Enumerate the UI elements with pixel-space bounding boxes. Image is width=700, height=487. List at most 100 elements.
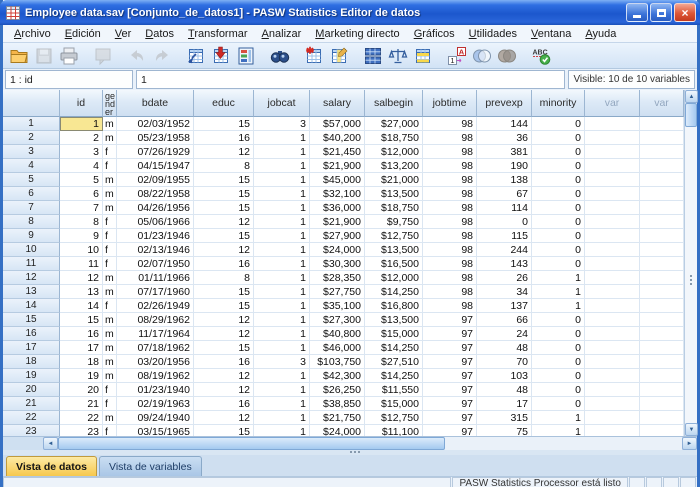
cell-23-var[interactable] [640,425,684,436]
cell-12-gender[interactable]: m [103,271,117,285]
column-header-id[interactable]: id [60,90,103,117]
maximize-button[interactable] [650,3,672,22]
cell-11-var[interactable] [585,257,640,271]
row-number[interactable]: 6 [3,187,60,201]
cell-8-salary[interactable]: $21,900 [310,215,365,229]
cell-22-prevexp[interactable]: 315 [477,411,532,425]
cell-12-jobcat[interactable]: 1 [254,271,310,285]
cell-11-minority[interactable]: 0 [532,257,585,271]
menu-item-archivo[interactable]: Archivo [7,27,58,41]
cell-7-minority[interactable]: 0 [532,201,585,215]
cell-9-salary[interactable]: $27,900 [310,229,365,243]
menu-item-analizar[interactable]: Analizar [255,27,309,41]
cell-1-prevexp[interactable]: 144 [477,117,532,131]
cell-15-var[interactable] [640,313,684,327]
cell-11-var[interactable] [640,257,684,271]
use-variable-sets-icon[interactable] [469,44,494,67]
cell-editor[interactable]: 1 [136,70,565,89]
cell-9-prevexp[interactable]: 115 [477,229,532,243]
cell-2-var[interactable] [640,131,684,145]
cell-10-salary[interactable]: $24,000 [310,243,365,257]
cell-4-jobtime[interactable]: 98 [423,159,477,173]
cell-12-bdate[interactable]: 01/11/1966 [117,271,194,285]
cell-9-salbegin[interactable]: $12,750 [365,229,423,243]
cell-23-educ[interactable]: 15 [194,425,254,436]
cell-11-prevexp[interactable]: 143 [477,257,532,271]
cell-13-salbegin[interactable]: $14,250 [365,285,423,299]
cell-17-educ[interactable]: 15 [194,341,254,355]
cell-2-var[interactable] [585,131,640,145]
cell-7-educ[interactable]: 15 [194,201,254,215]
cell-20-minority[interactable]: 0 [532,383,585,397]
cell-22-minority[interactable]: 1 [532,411,585,425]
cell-3-minority[interactable]: 0 [532,145,585,159]
cell-17-jobtime[interactable]: 97 [423,341,477,355]
cell-23-salbegin[interactable]: $11,100 [365,425,423,436]
cell-5-var[interactable] [585,173,640,187]
cell-17-salbegin[interactable]: $14,250 [365,341,423,355]
cell-14-var[interactable] [585,299,640,313]
cell-17-var[interactable] [640,341,684,355]
cell-17-var[interactable] [585,341,640,355]
cell-15-prevexp[interactable]: 66 [477,313,532,327]
print-icon[interactable] [56,44,81,67]
cell-3-bdate[interactable]: 07/26/1929 [117,145,194,159]
cell-9-jobcat[interactable]: 1 [254,229,310,243]
pane-splitter[interactable] [3,450,697,455]
cell-20-var[interactable] [585,383,640,397]
tab-vista-de-variables[interactable]: Vista de variables [99,456,202,476]
insert-cases-icon[interactable] [301,44,326,67]
cell-13-educ[interactable]: 15 [194,285,254,299]
cell-10-jobtime[interactable]: 98 [423,243,477,257]
cell-2-salbegin[interactable]: $18,750 [365,131,423,145]
cell-5-educ[interactable]: 15 [194,173,254,187]
cell-11-jobtime[interactable]: 98 [423,257,477,271]
cell-10-var[interactable] [585,243,640,257]
cell-21-minority[interactable]: 0 [532,397,585,411]
cell-19-minority[interactable]: 0 [532,369,585,383]
row-number[interactable]: 17 [3,341,60,355]
cell-22-bdate[interactable]: 09/24/1940 [117,411,194,425]
cell-13-jobtime[interactable]: 98 [423,285,477,299]
cell-11-id[interactable]: 11 [60,257,103,271]
cell-4-minority[interactable]: 0 [532,159,585,173]
cell-14-salary[interactable]: $35,100 [310,299,365,313]
cell-20-salary[interactable]: $26,250 [310,383,365,397]
column-header-minority[interactable]: minority [532,90,585,117]
cell-21-gender[interactable]: f [103,397,117,411]
cell-7-jobcat[interactable]: 1 [254,201,310,215]
cell-13-salary[interactable]: $27,750 [310,285,365,299]
cell-2-id[interactable]: 2 [60,131,103,145]
cell-6-minority[interactable]: 0 [532,187,585,201]
cell-18-jobtime[interactable]: 97 [423,355,477,369]
cell-13-var[interactable] [640,285,684,299]
row-number[interactable]: 1 [3,117,60,131]
cell-3-var[interactable] [640,145,684,159]
cell-2-jobtime[interactable]: 98 [423,131,477,145]
cell-22-var[interactable] [585,411,640,425]
open-file-icon[interactable] [6,44,31,67]
horizontal-scroll-track[interactable] [58,437,682,450]
cell-10-educ[interactable]: 12 [194,243,254,257]
cell-14-gender[interactable]: f [103,299,117,313]
cell-9-id[interactable]: 9 [60,229,103,243]
cell-2-salary[interactable]: $40,200 [310,131,365,145]
cell-13-gender[interactable]: m [103,285,117,299]
cell-16-var[interactable] [585,327,640,341]
cell-7-id[interactable]: 7 [60,201,103,215]
cell-7-gender[interactable]: m [103,201,117,215]
row-number[interactable]: 3 [3,145,60,159]
column-header-var[interactable]: var [585,90,640,117]
cell-1-jobcat[interactable]: 3 [254,117,310,131]
cell-16-educ[interactable]: 12 [194,327,254,341]
cell-5-bdate[interactable]: 02/09/1955 [117,173,194,187]
row-number[interactable]: 9 [3,229,60,243]
cell-9-minority[interactable]: 0 [532,229,585,243]
goto-case-icon[interactable] [183,44,208,67]
cell-1-salary[interactable]: $57,000 [310,117,365,131]
row-number[interactable]: 7 [3,201,60,215]
cell-23-minority[interactable]: 1 [532,425,585,436]
row-number[interactable]: 12 [3,271,60,285]
cell-18-prevexp[interactable]: 70 [477,355,532,369]
cell-21-var[interactable] [640,397,684,411]
